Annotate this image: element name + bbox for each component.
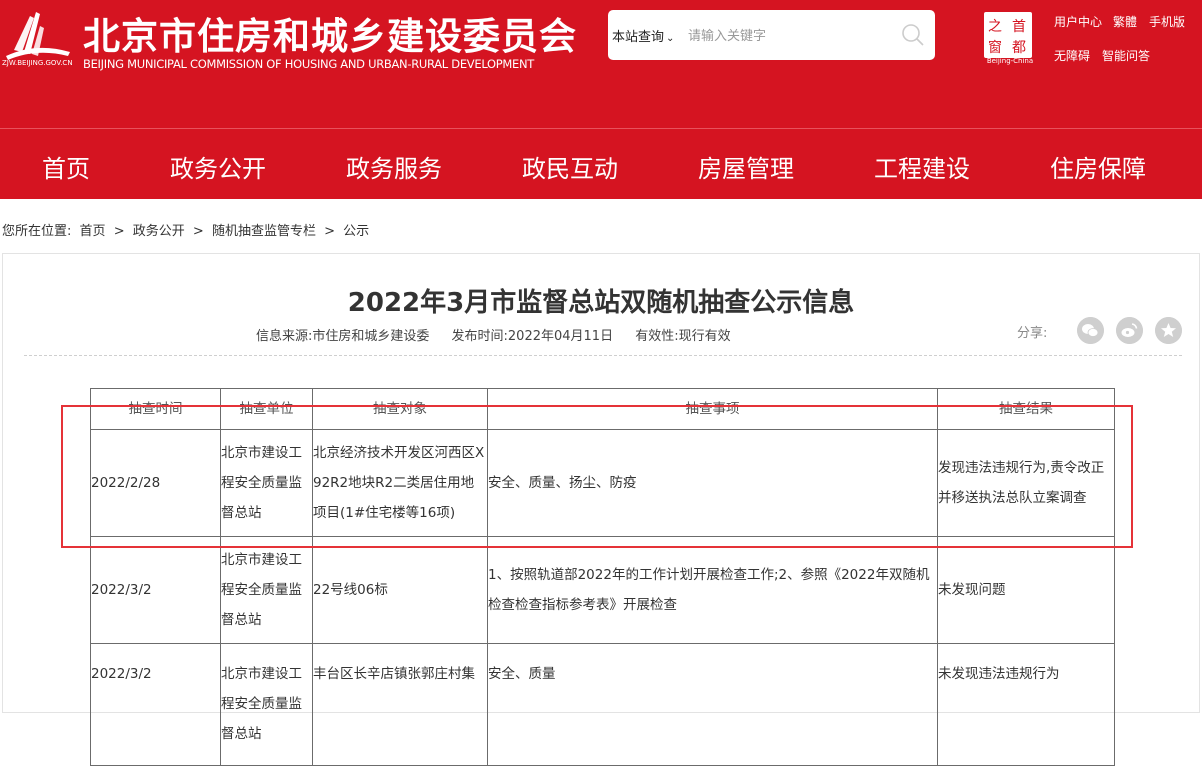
- column-header-inspection-items: 抽查事项: [487, 388, 938, 430]
- breadcrumb-item-home[interactable]: 首页: [80, 224, 106, 239]
- accessibility-link[interactable]: 无障碍: [1054, 47, 1090, 64]
- table-cell: 2022/3/2: [90, 536, 221, 644]
- share-label: 分享:: [1017, 326, 1048, 341]
- table-header-row: 抽查时间 抽查单位 抽查对象 抽查事项 抽查结果: [90, 388, 1115, 430]
- table-cell: 北京市建设工程安全质量监督总站: [220, 429, 313, 537]
- table-cell: 安全、质量、扬尘、防疫: [487, 429, 938, 537]
- breadcrumb-item-random-inspection[interactable]: 随机抽查监管专栏: [212, 224, 316, 239]
- breadcrumb-separator: >: [113, 224, 125, 239]
- page-title: 2022年3月市监督总站双随机抽查公示信息: [347, 288, 855, 318]
- favorite-icon[interactable]: [1155, 317, 1182, 344]
- table-row: 2022/2/28 北京市建设工程安全质量监督总站 北京经济技术开发区河西区X9…: [90, 429, 1115, 537]
- nav-item-gov-affairs-open[interactable]: 政务公开: [170, 149, 266, 184]
- article-meta: 信息来源:市住房和城乡建设委 发布时间:2022年04月11日 有效性:现行有效: [256, 325, 749, 344]
- user-center-link[interactable]: 用户中心: [1054, 13, 1102, 30]
- logo-url-text: ZJW.BEIJING.GOV.CN: [2, 59, 73, 67]
- column-header-inspection-date: 抽查时间: [90, 388, 221, 430]
- capital-logo-char: 首: [1012, 19, 1026, 35]
- capital-logo-char: 都: [1012, 40, 1026, 56]
- article-validity: 有效性:现行有效: [635, 329, 731, 344]
- breadcrumb-item-announcement[interactable]: 公示: [343, 224, 369, 239]
- breadcrumb: 您所在位置: 首页 > 政务公开 > 随机抽查监管专栏 > 公示: [2, 220, 373, 239]
- site-title[interactable]: 北京市住房和城乡建设委员会: [83, 6, 577, 60]
- table-cell: 22号线06标: [312, 536, 488, 644]
- traditional-chinese-link[interactable]: 繁體: [1113, 13, 1137, 30]
- nav-item-housing-security[interactable]: 住房保障: [1050, 149, 1146, 184]
- main-nav: 首页 政务公开 政务服务 政民互动 房屋管理 工程建设 住房保障: [0, 128, 1202, 199]
- site-subtitle: BEIJING MUNICIPAL COMMISSION OF HOUSING …: [83, 57, 535, 71]
- column-header-inspection-target: 抽查对象: [312, 388, 488, 430]
- table-row: 2022/3/2 北京市建设工程安全质量监督总站 22号线06标 1、按照轨道部…: [90, 536, 1115, 644]
- capital-logo-char: 之: [988, 19, 1002, 35]
- smart-qa-link[interactable]: 智能问答: [1102, 47, 1150, 64]
- nav-item-gov-services[interactable]: 政务服务: [346, 149, 442, 184]
- nav-item-interaction[interactable]: 政民互动: [522, 149, 618, 184]
- capital-logo-char: 窗: [988, 39, 1002, 56]
- nav-item-construction[interactable]: 工程建设: [874, 149, 970, 184]
- breadcrumb-separator: >: [192, 224, 204, 239]
- column-header-inspection-result: 抽查结果: [937, 388, 1115, 430]
- breadcrumb-separator: >: [324, 224, 335, 239]
- table-cell: 北京市建设工程安全质量监督总站: [220, 536, 313, 644]
- nav-item-housing-management[interactable]: 房屋管理: [698, 149, 794, 184]
- site-header: ZJW.BEIJING.GOV.CN 北京市住房和城乡建设委员会 BEIJING…: [0, 0, 1202, 128]
- table-cell: 发现违法违规行为,责令改正并移送执法总队立案调查: [937, 429, 1115, 537]
- mobile-version-link[interactable]: 手机版: [1149, 13, 1185, 30]
- article-published-date: 发布时间:2022年04月11日: [451, 329, 614, 344]
- inspection-table: 抽查时间 抽查单位 抽查对象 抽查事项 抽查结果 2022/2/28 北京市建设…: [90, 388, 1115, 766]
- divider: [24, 355, 1182, 356]
- article-source: 信息来源:市住房和城乡建设委: [256, 329, 430, 344]
- chevron-down-icon: ⌄: [666, 33, 675, 44]
- breadcrumb-label: 您所在位置:: [2, 224, 72, 239]
- weibo-icon[interactable]: [1116, 317, 1143, 344]
- table-cell: 未发现问题: [937, 536, 1115, 644]
- search-input[interactable]: [686, 24, 895, 48]
- breadcrumb-item-gov-affairs-open[interactable]: 政务公开: [133, 224, 185, 239]
- search-scope-label: 本站查询: [612, 30, 665, 45]
- nav-item-home[interactable]: 首页: [42, 149, 90, 184]
- table-cell: 北京经济技术开发区河西区X92R2地块R2二类居住用地项目(1#住宅楼等16项): [312, 429, 488, 537]
- search-icon[interactable]: [900, 22, 926, 48]
- search-box: 本站查询 ⌄: [608, 10, 935, 60]
- capital-logo-text: Beijing-China: [986, 57, 1034, 65]
- wechat-icon[interactable]: [1077, 317, 1104, 344]
- column-header-inspection-unit: 抽查单位: [220, 388, 313, 430]
- search-scope-select[interactable]: 本站查询 ⌄: [612, 26, 674, 45]
- table-cell: 2022/2/28: [90, 429, 221, 537]
- table-cell: 1、按照轨道部2022年的工作计划开展检查工作;2、参照《2022年双随机检查检…: [487, 536, 938, 644]
